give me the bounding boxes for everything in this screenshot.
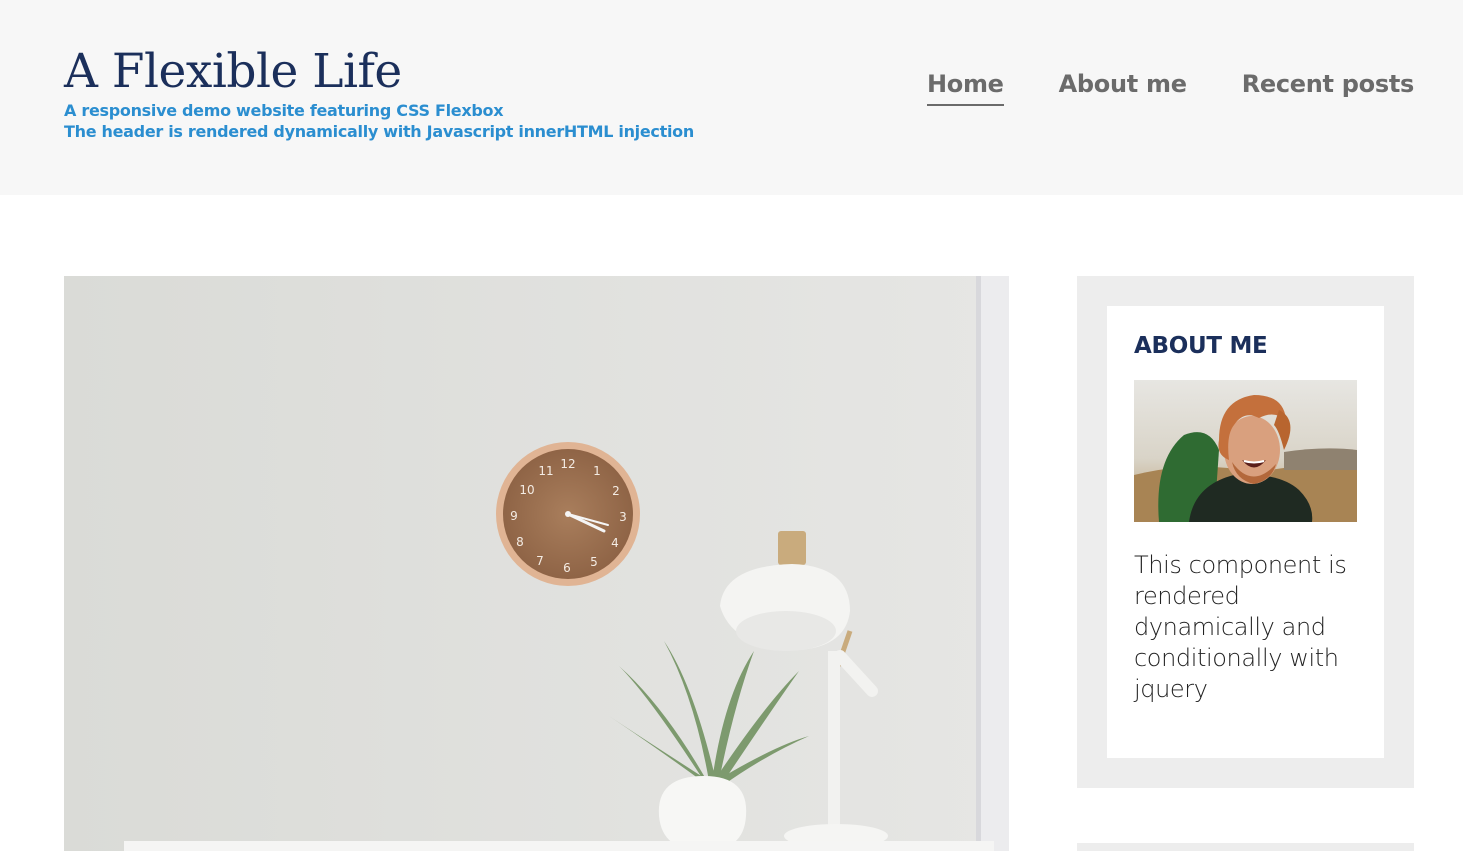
svg-text:8: 8 xyxy=(516,535,524,549)
brand: A Flexible Life A responsive demo websit… xyxy=(64,44,694,142)
svg-text:12: 12 xyxy=(560,457,575,471)
svg-text:7: 7 xyxy=(536,554,544,568)
sidebar-about-panel: ABOUT ME This component is rendered dyna… xyxy=(1077,276,1414,788)
nav-recent-posts-link[interactable]: Recent posts xyxy=(1242,70,1415,106)
svg-text:1: 1 xyxy=(593,464,601,478)
svg-text:11: 11 xyxy=(538,464,553,478)
site-title[interactable]: A Flexible Life xyxy=(64,44,694,100)
svg-text:6: 6 xyxy=(563,561,571,575)
desk-scene-illustration: 12 1 2 3 4 5 6 7 8 9 10 11 xyxy=(64,276,1009,851)
site-header: A Flexible Life A responsive demo websit… xyxy=(0,0,1463,195)
svg-text:10: 10 xyxy=(519,483,534,497)
about-avatar-photo xyxy=(1134,380,1357,522)
about-text: This component is rendered dynamically a… xyxy=(1134,551,1347,703)
tagline-line-1: A responsive demo website featuring CSS … xyxy=(64,101,504,120)
svg-text:2: 2 xyxy=(612,484,620,498)
nav-home-link[interactable]: Home xyxy=(926,70,1004,106)
about-card: ABOUT ME This component is rendered dyna… xyxy=(1107,306,1384,758)
svg-text:4: 4 xyxy=(611,536,619,550)
svg-text:3: 3 xyxy=(619,510,627,524)
main-nav: Home About me Recent posts xyxy=(926,70,1415,106)
nav-about-link[interactable]: About me xyxy=(1059,70,1187,106)
hero-image: 12 1 2 3 4 5 6 7 8 9 10 11 xyxy=(64,276,1009,851)
svg-text:9: 9 xyxy=(510,509,518,523)
about-title: ABOUT ME xyxy=(1134,333,1268,359)
sidebar-next-panel xyxy=(1077,843,1414,851)
tagline-line-2: The header is rendered dynamically with … xyxy=(64,122,694,141)
person-photo-illustration xyxy=(1134,380,1357,522)
svg-text:5: 5 xyxy=(590,555,598,569)
